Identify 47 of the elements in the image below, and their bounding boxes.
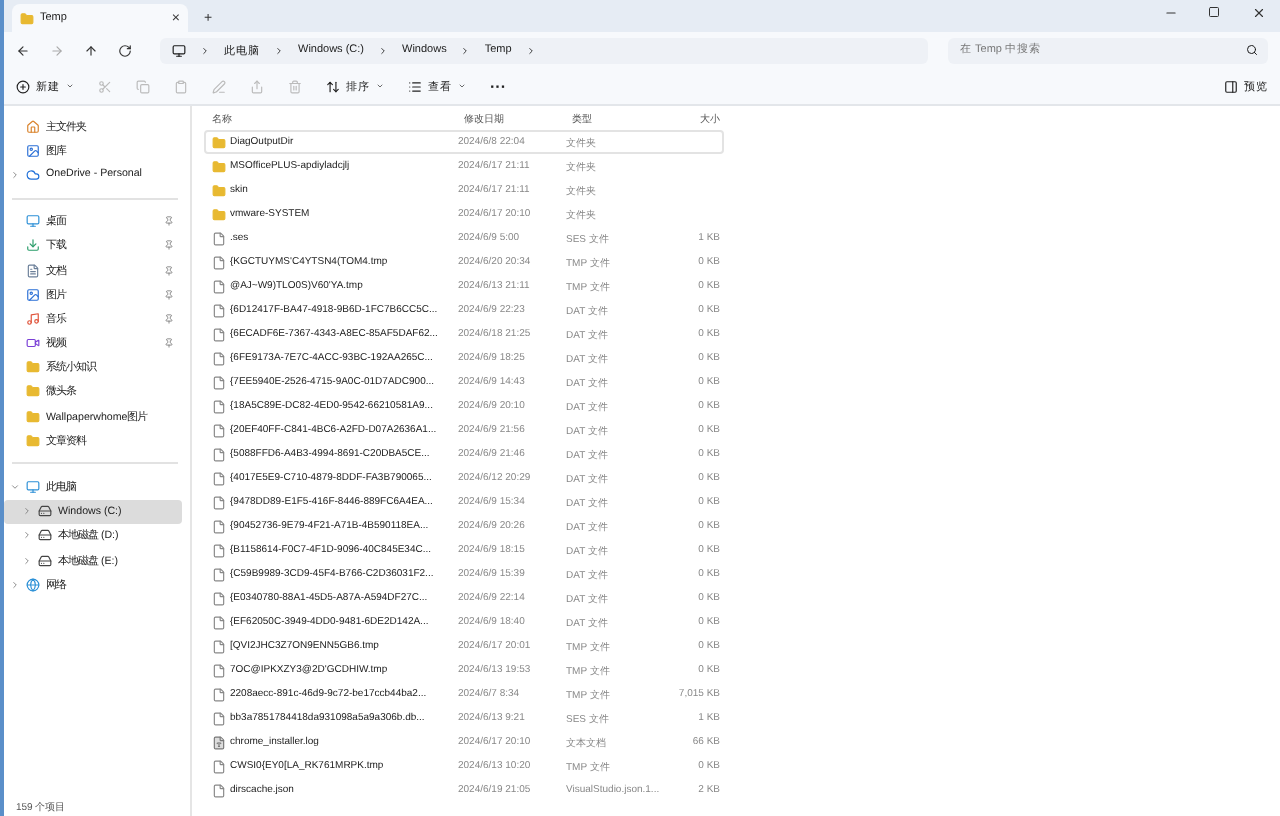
- gallery-icon: [26, 143, 40, 158]
- pin-icon[interactable]: [164, 216, 174, 227]
- panel-icon: [1224, 79, 1238, 93]
- back-icon[interactable]: [16, 43, 30, 57]
- chevron-icon[interactable]: [460, 45, 471, 55]
- folder-icon: [26, 433, 40, 448]
- chevron-icon[interactable]: [200, 45, 210, 55]
- desktop-icon: [26, 214, 40, 229]
- music-icon: [26, 311, 40, 326]
- pin-icon[interactable]: [164, 265, 174, 276]
- chevron-icon[interactable]: [10, 169, 20, 180]
- search-icon[interactable]: [1246, 44, 1258, 56]
- list-icon: [408, 79, 422, 93]
- document-icon: [26, 263, 40, 278]
- drive-icon: [38, 528, 52, 543]
- sort-icon: [326, 79, 340, 93]
- pin-icon[interactable]: [164, 289, 174, 300]
- chevron-icon[interactable]: [22, 555, 32, 566]
- refresh-icon[interactable]: [118, 43, 132, 57]
- pin-icon[interactable]: [164, 313, 174, 324]
- chevron-icon[interactable]: [378, 45, 389, 55]
- picture-icon: [26, 287, 40, 302]
- download-icon: [26, 238, 40, 253]
- drive-icon: [38, 504, 52, 519]
- chevron-icon[interactable]: [22, 506, 32, 517]
- folder-icon: [20, 11, 34, 25]
- cloud-icon: [26, 167, 40, 182]
- computer-icon: [172, 43, 186, 57]
- pin-icon[interactable]: [164, 338, 174, 349]
- more-button[interactable]: ···: [490, 77, 506, 95]
- drive-icon: [38, 553, 52, 568]
- chevron-icon[interactable]: [22, 530, 32, 541]
- network-icon: [26, 577, 40, 592]
- folder-icon: [26, 384, 40, 399]
- folder-icon: [26, 409, 40, 424]
- chevron-icon[interactable]: [10, 579, 20, 590]
- pin-icon[interactable]: [164, 240, 174, 251]
- chevron-icon[interactable]: [10, 482, 20, 493]
- forward-icon[interactable]: [50, 43, 64, 57]
- plus-icon: [16, 79, 30, 93]
- folder-icon: [26, 360, 40, 375]
- home-icon: [26, 119, 40, 134]
- computer-icon: [26, 480, 40, 495]
- chevron-icon[interactable]: [274, 45, 284, 55]
- up-icon[interactable]: [84, 43, 98, 57]
- video-icon: [26, 336, 40, 351]
- chevron-icon[interactable]: [525, 45, 536, 55]
